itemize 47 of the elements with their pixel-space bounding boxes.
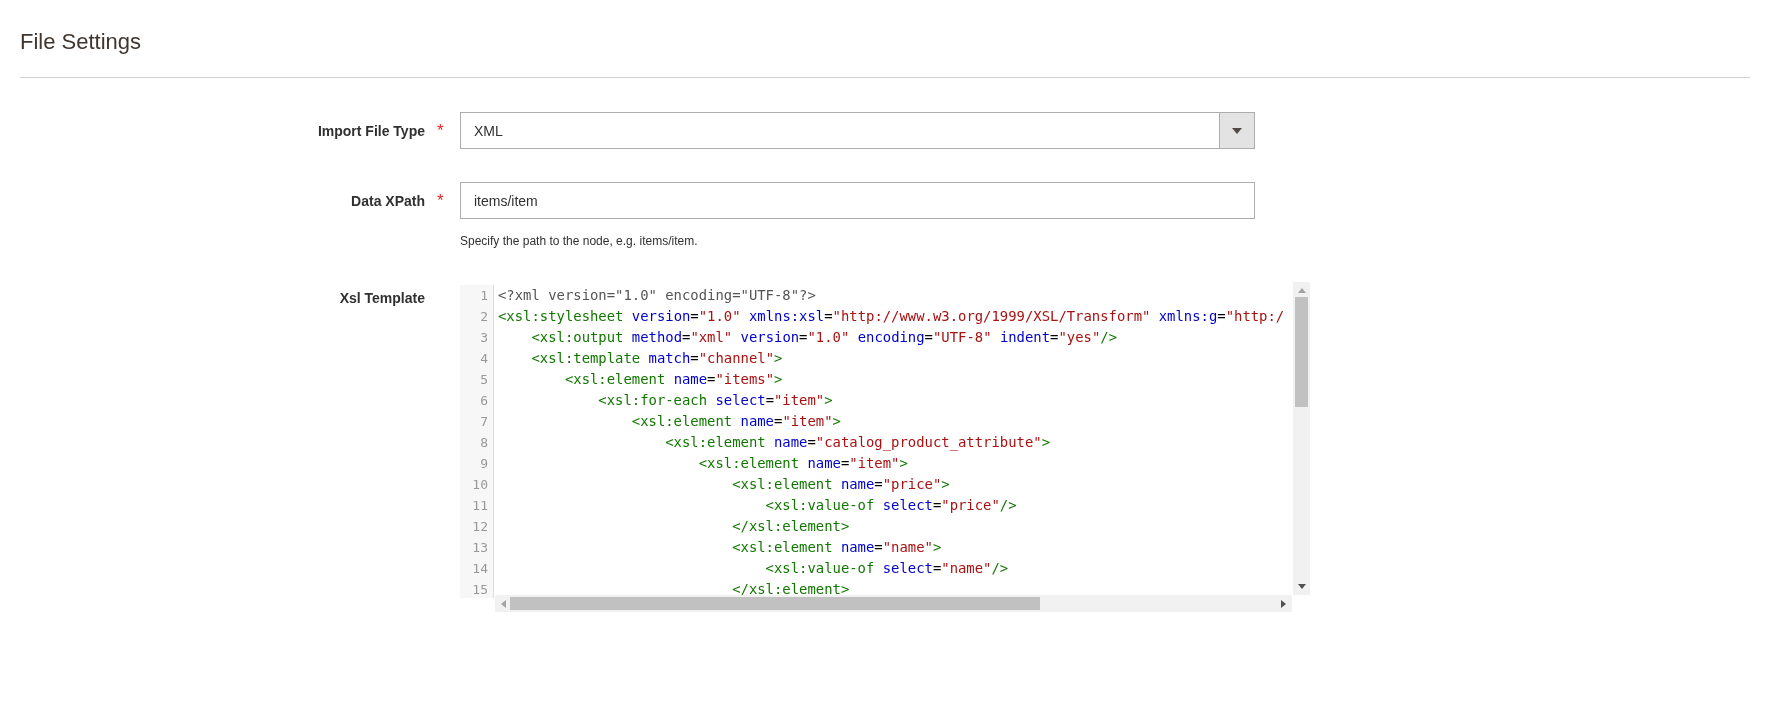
code-line: <xsl:for-each select="item">: [597, 391, 834, 410]
code-line: <?xml version="1.0" encoding="UTF-8"?>: [498, 286, 817, 305]
section-title: File Settings: [20, 28, 143, 56]
code-line: <xsl:stylesheet version="1.0" xmlns:xsl="http://www.w3.org/1999/XSL/Transform" xmlns:g="http:/: [498, 307, 1285, 326]
code-line: <xsl:element name="item">: [697, 454, 909, 473]
line-number: 14: [471, 560, 488, 578]
code-line: <xsl:element name="items">: [563, 370, 784, 389]
code-line: <xsl:value-of select="price"/>: [764, 496, 1018, 515]
caret-icon: [1232, 127, 1242, 134]
scroll-right-icon[interactable]: [1281, 599, 1286, 608]
line-number: 12: [471, 518, 488, 536]
required-mark: *: [437, 190, 445, 211]
line-number: 13: [471, 539, 488, 557]
line-number: 7: [479, 413, 488, 431]
code-line: <xsl:template match="channel">: [530, 349, 784, 368]
line-number: 11: [471, 497, 488, 515]
xpath-input[interactable]: items/item: [460, 182, 1255, 219]
code-editor[interactable]: [460, 282, 1310, 612]
line-number: 3: [479, 329, 488, 347]
line-number: 6: [479, 392, 488, 410]
line-number: 1: [479, 287, 488, 305]
code-line: <xsl:element name="name">: [731, 538, 943, 557]
horizontal-scrollbar[interactable]: [495, 595, 1292, 612]
line-number: 4: [479, 350, 488, 368]
scroll-left-icon[interactable]: [501, 599, 506, 608]
line-number: 5: [479, 371, 488, 389]
code-line: </xsl:element>: [731, 517, 851, 536]
line-number: 2: [479, 308, 488, 326]
code-line: <xsl:value-of select="name"/>: [764, 559, 1010, 578]
line-number: 8: [479, 434, 488, 452]
code-line: </xsl:element>: [731, 580, 851, 598]
code-line: <xsl:output method="xml" version="1.0" encoding="UTF-8" indent="yes"/>: [530, 328, 1118, 347]
file-type-select[interactable]: XML: [460, 112, 1255, 149]
line-number: 9: [479, 455, 488, 473]
line-number: 15: [471, 581, 488, 598]
field-label: Xsl Template: [339, 290, 425, 306]
field-label: Import File Type: [317, 122, 425, 139]
code-line: <xsl:element name="catalog_product_attribute">: [664, 433, 1051, 453]
scroll-up-icon[interactable]: [1297, 288, 1306, 293]
line-number: 10: [471, 476, 488, 494]
field-label: Data XPath: [351, 192, 425, 209]
required-mark: *: [437, 120, 445, 141]
scroll-down-icon[interactable]: [1297, 584, 1306, 589]
vertical-scrollbar[interactable]: [1293, 282, 1310, 595]
code-line: <xsl:element name="price">: [731, 475, 951, 494]
code-line: <xsl:element name="item">: [630, 412, 842, 431]
field-note: Specify the path to the node, e.g. items/item.: [460, 234, 699, 248]
